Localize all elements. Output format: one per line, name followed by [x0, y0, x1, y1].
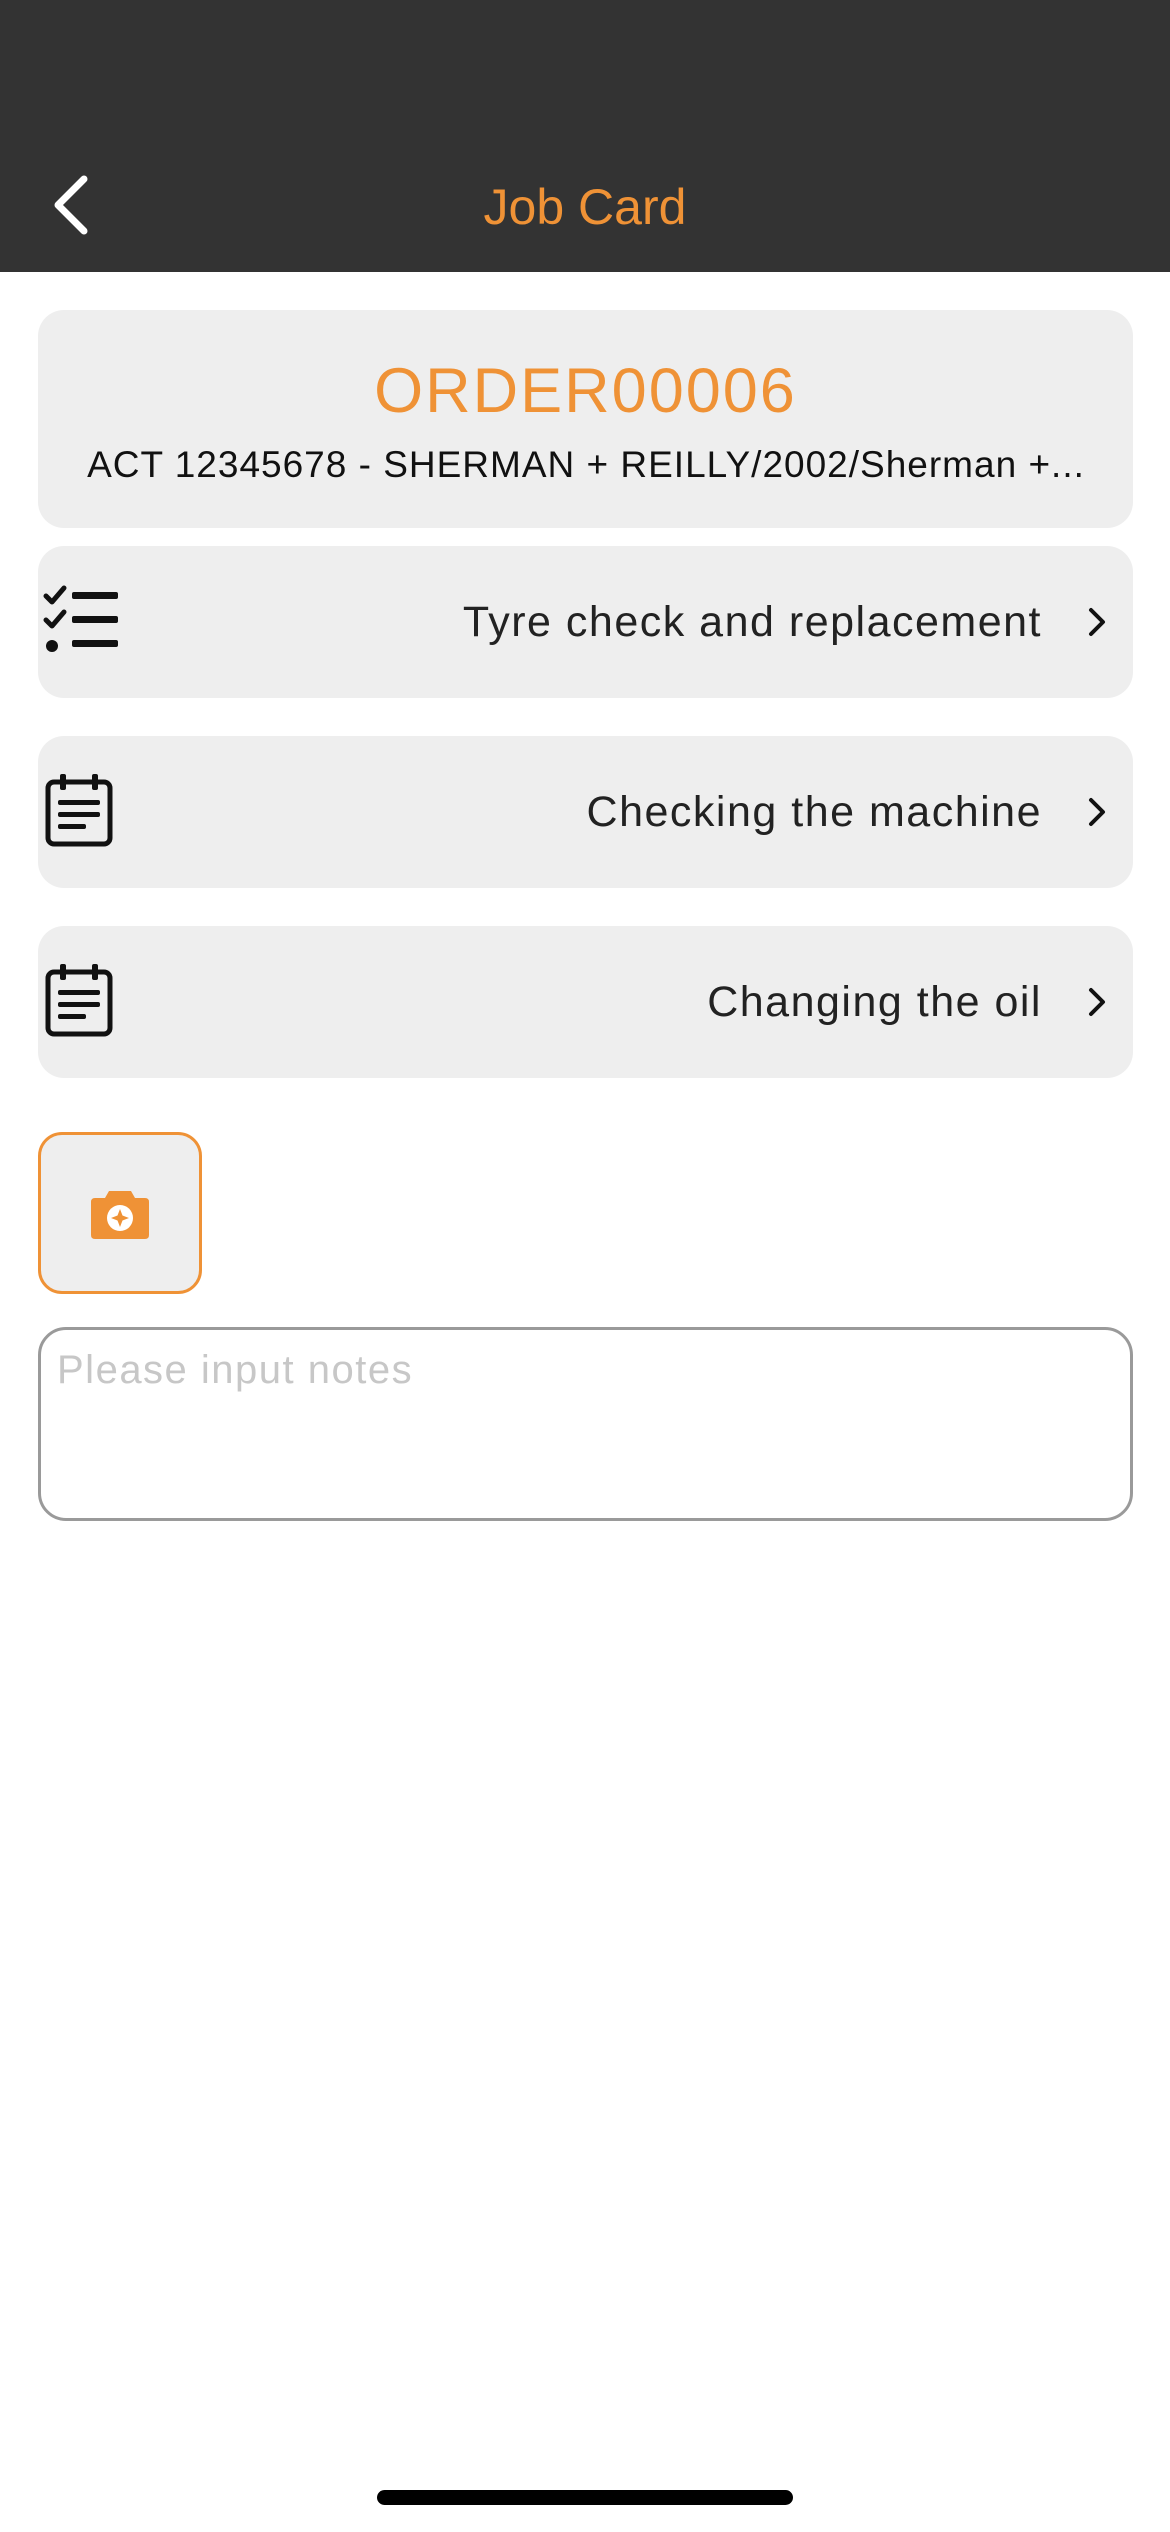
- task-row-checking-machine[interactable]: Checking the machine: [38, 736, 1133, 888]
- task-row-changing-oil[interactable]: Changing the oil: [38, 926, 1133, 1078]
- chevron-right-icon: [1089, 798, 1105, 826]
- task-label: Checking the machine: [586, 788, 1042, 836]
- order-number: ORDER00006: [374, 356, 797, 426]
- home-indicator: [377, 2490, 793, 2505]
- add-photo-button[interactable]: [38, 1132, 202, 1294]
- job-card-screen: Job Card ORDER00006 ACT 12345678 - SHERM…: [0, 0, 1170, 2532]
- checklist-icon: [43, 585, 118, 652]
- chevron-right-icon: [1089, 988, 1105, 1016]
- calendar-notes-icon: [45, 964, 113, 1037]
- order-subtitle: ACT 12345678 - SHERMAN + REILLY/2002/She…: [87, 444, 1085, 485]
- page-title: Job Card: [483, 179, 687, 235]
- camera-icon: [91, 1191, 149, 1239]
- task-row-tyre-check[interactable]: Tyre check and replacement: [38, 546, 1133, 698]
- task-label: Tyre check and replacement: [462, 598, 1042, 646]
- task-label: Changing the oil: [707, 978, 1042, 1026]
- calendar-notes-icon: [45, 774, 113, 847]
- order-summary-card: ORDER00006 ACT 12345678 - SHERMAN + REIL…: [38, 310, 1133, 528]
- notes-field[interactable]: [38, 1327, 1133, 1521]
- navigation-bar: Job Card: [0, 0, 1170, 272]
- chevron-right-icon: [1089, 608, 1105, 636]
